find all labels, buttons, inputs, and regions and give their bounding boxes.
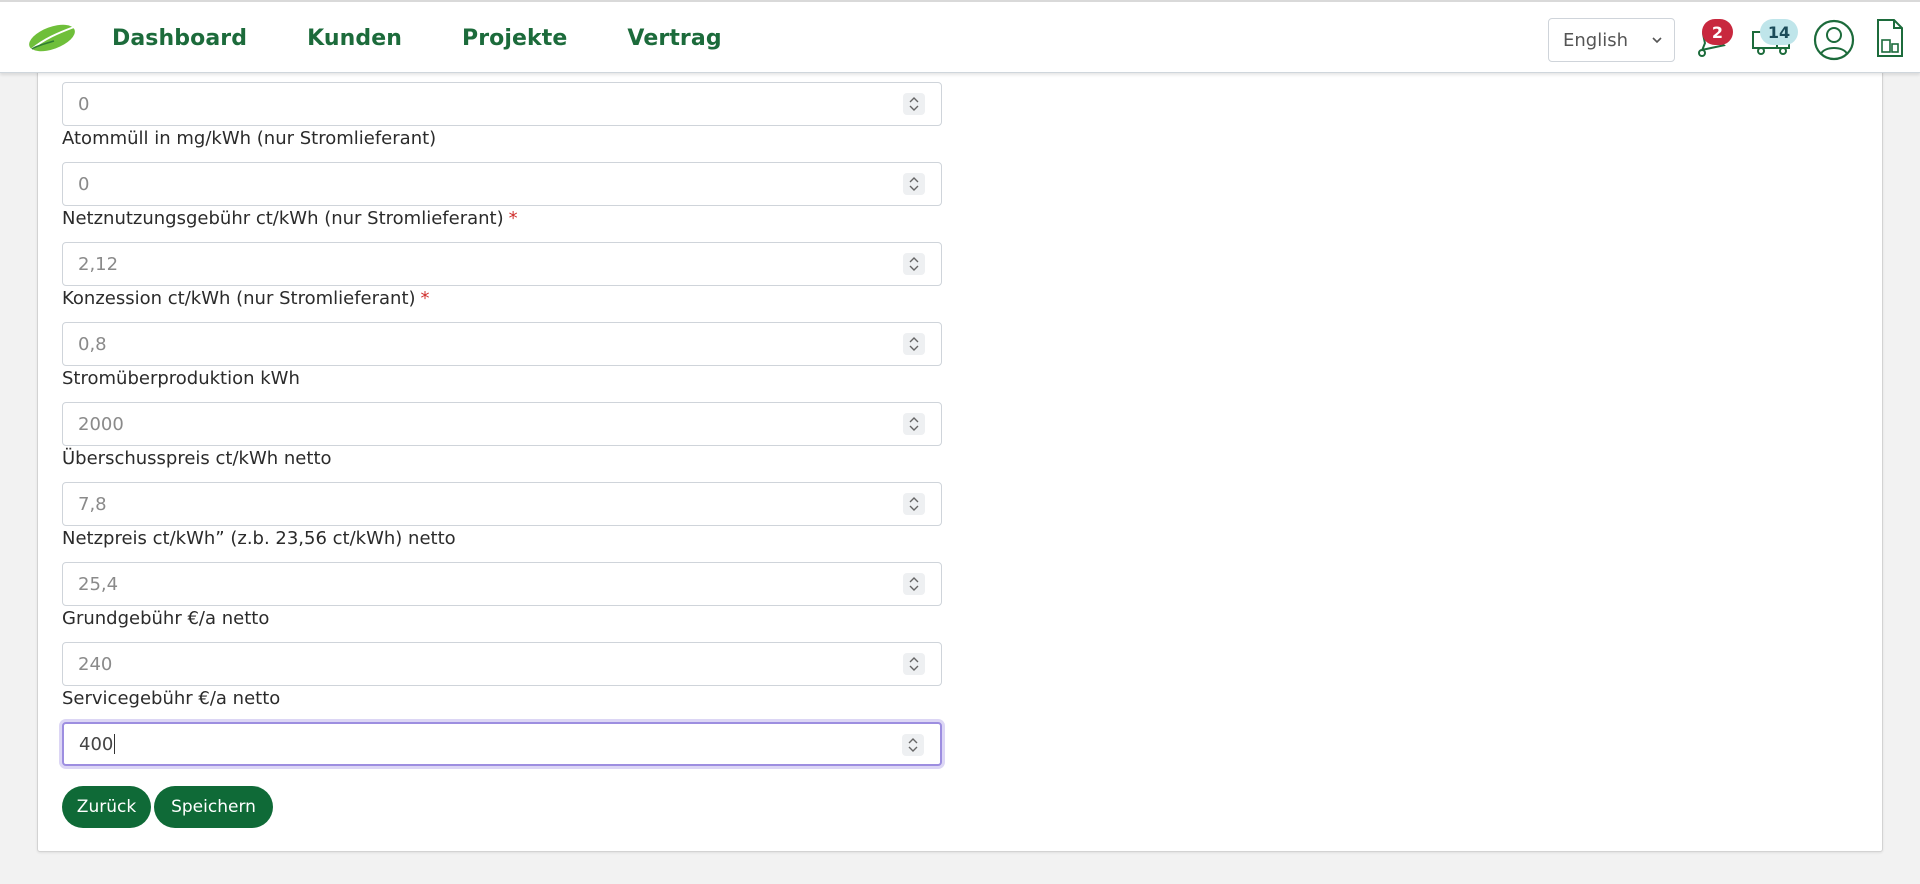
field-label-2: Netznutzungsgebühr ct/kWh (nur Stromlief… xyxy=(62,208,518,229)
field-input-8[interactable]: 400 xyxy=(62,722,942,766)
field-value-5: 7,8 xyxy=(78,493,107,515)
field-label-5: Überschusspreis ct/kWh netto xyxy=(62,448,332,469)
field-input-4[interactable]: 2000 xyxy=(62,402,942,446)
field-value-1: 0 xyxy=(78,173,90,195)
field-label-3: Konzession ct/kWh (nur Stromlieferant) * xyxy=(62,288,430,309)
spinner-icon[interactable] xyxy=(902,734,924,756)
field-value-3: 0,8 xyxy=(78,333,107,355)
spinner-icon[interactable] xyxy=(903,333,925,355)
field-input-6[interactable]: 25,4 xyxy=(62,562,942,606)
field-value-8: 400 xyxy=(79,733,114,755)
required-mark: * xyxy=(508,208,518,229)
field-label-1: Atommüll in mg/kWh (nur Stromlieferant) xyxy=(62,128,437,149)
field-value-7: 240 xyxy=(78,653,113,675)
field-value-0: 0 xyxy=(78,93,90,115)
field-input-2[interactable]: 2,12 xyxy=(62,242,942,286)
spinner-icon[interactable] xyxy=(903,573,925,595)
field-input-7[interactable]: 240 xyxy=(62,642,942,686)
chevron-down-icon xyxy=(1652,37,1662,44)
nav-kunden[interactable]: Kunden xyxy=(307,26,402,51)
field-input-1[interactable]: 0 xyxy=(62,162,942,206)
leaf-logo[interactable] xyxy=(24,21,78,55)
spinner-icon[interactable] xyxy=(903,653,925,675)
deliveries-badge: 14 xyxy=(1760,19,1798,45)
field-value-4: 2000 xyxy=(78,413,124,435)
text-caret xyxy=(114,734,116,754)
field-label-6: Netzpreis ct/kWh” (z.b. 23,56 ct/kWh) ne… xyxy=(62,528,456,549)
field-input-5[interactable]: 7,8 xyxy=(62,482,942,526)
language-value: English xyxy=(1563,29,1628,51)
field-label-4: Stromüberproduktion kWh xyxy=(62,368,300,389)
top-navbar: Dashboard Kunden Projekte Vertrag Englis… xyxy=(0,0,1920,73)
spinner-icon[interactable] xyxy=(903,493,925,515)
notifications-badge: 2 xyxy=(1702,19,1733,45)
field-input-0[interactable]: 0 xyxy=(62,82,942,126)
language-select[interactable]: English xyxy=(1548,18,1675,62)
save-button[interactable]: Speichern xyxy=(154,786,273,828)
spinner-icon[interactable] xyxy=(903,253,925,275)
field-value-6: 25,4 xyxy=(78,573,119,595)
nav-vertrag[interactable]: Vertrag xyxy=(627,26,721,51)
field-value-2: 2,12 xyxy=(78,253,119,275)
spinner-icon[interactable] xyxy=(903,93,925,115)
spinner-icon[interactable] xyxy=(903,413,925,435)
back-button[interactable]: Zurück xyxy=(62,786,151,828)
page-scrollbar[interactable] xyxy=(1906,73,1920,884)
field-label-8: Servicegebühr €/a netto xyxy=(62,688,281,709)
required-mark: * xyxy=(420,288,430,309)
nav-projekte[interactable]: Projekte xyxy=(462,26,567,51)
spinner-icon[interactable] xyxy=(903,173,925,195)
field-label-7: Grundgebühr €/a netto xyxy=(62,608,270,629)
nav-dashboard[interactable]: Dashboard xyxy=(112,26,247,51)
field-input-3[interactable]: 0,8 xyxy=(62,322,942,366)
user-icon[interactable] xyxy=(1812,18,1856,62)
document-icon[interactable] xyxy=(1874,18,1906,58)
